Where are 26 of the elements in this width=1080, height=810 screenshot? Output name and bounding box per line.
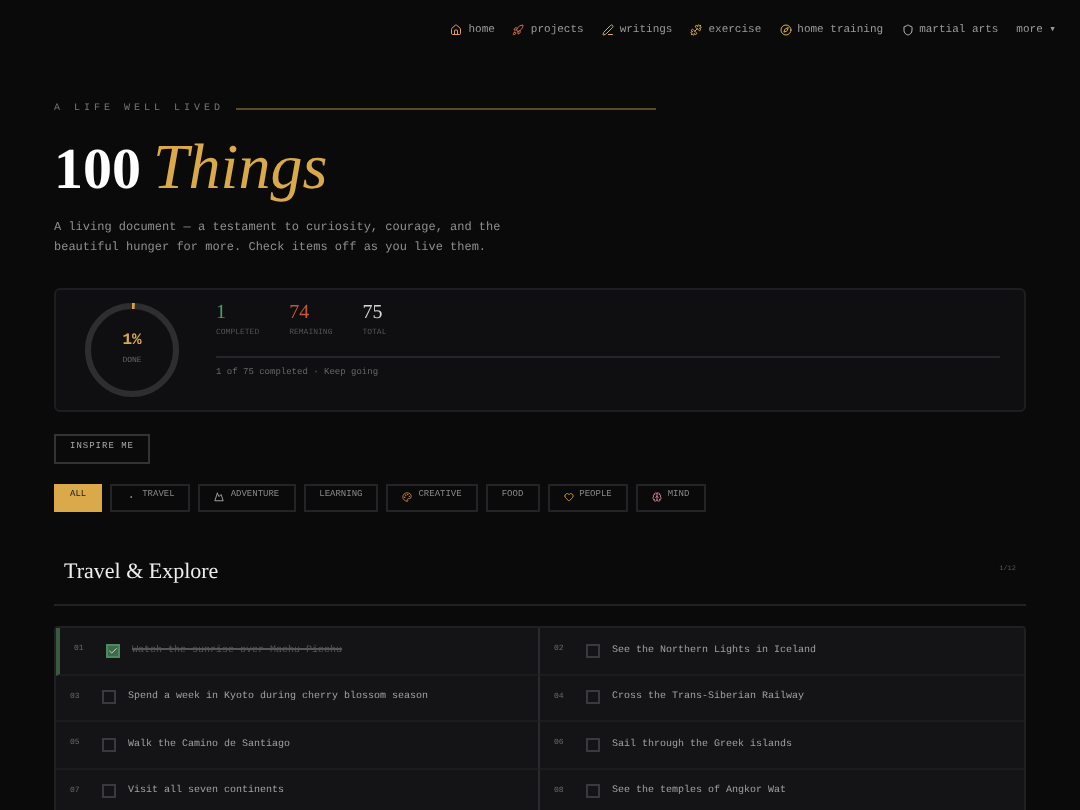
mountain-icon	[214, 492, 225, 503]
checkbox[interactable]	[586, 737, 600, 752]
checkbox[interactable]	[586, 690, 600, 705]
brain-icon	[651, 492, 662, 503]
shield-icon	[901, 24, 914, 36]
title-word: Things	[153, 133, 328, 197]
home-icon	[450, 24, 463, 36]
title-number: 100	[54, 141, 141, 199]
checkbox[interactable]	[102, 784, 116, 799]
checkbox[interactable]	[102, 737, 116, 752]
rocket-icon	[512, 24, 525, 36]
checkbox[interactable]	[586, 784, 600, 799]
percent-text: 1%	[122, 333, 142, 349]
checkbox[interactable]	[102, 690, 116, 705]
stat-value: 1	[216, 304, 228, 325]
checkbox[interactable]	[586, 643, 600, 658]
section-title: Travel & Explore	[64, 557, 219, 588]
heart-icon	[563, 492, 574, 503]
stat-value: 75	[362, 304, 385, 325]
checkbox[interactable]	[106, 643, 120, 658]
palette-icon	[402, 492, 413, 503]
dumbbell-icon	[690, 24, 703, 36]
compass-icon	[779, 24, 792, 36]
stat-value: 74	[289, 304, 312, 325]
check-icon	[108, 645, 118, 656]
pen-icon	[601, 24, 614, 36]
